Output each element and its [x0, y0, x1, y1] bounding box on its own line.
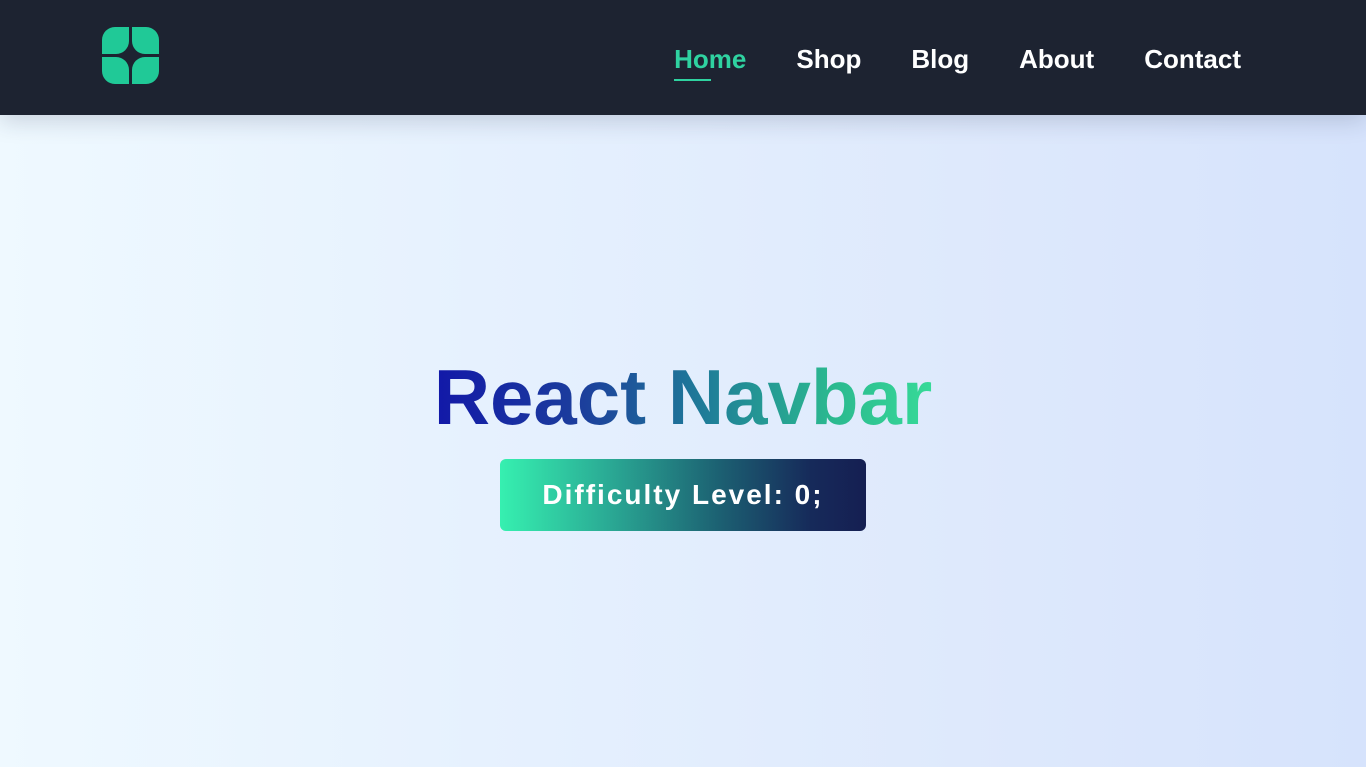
nav-link-label: Blog [911, 43, 970, 74]
hero-title-text: React Navbar [433, 353, 933, 441]
nav-link-label: Shop [796, 43, 862, 74]
nav-link-label: Home [674, 43, 747, 74]
nav-link-blog[interactable]: Blog [911, 44, 969, 72]
navbar: Home Shop Blog About Contact [0, 0, 1366, 115]
logo-icon[interactable] [102, 27, 159, 84]
hero-title: React Navbar [0, 358, 1366, 436]
nav-link-about[interactable]: About [1019, 44, 1094, 72]
nav-link-shop[interactable]: Shop [796, 44, 861, 72]
nav-link-label: About [1019, 43, 1095, 74]
difficulty-badge: Difficulty Level: 0; [500, 459, 866, 531]
nav-link-home[interactable]: Home [674, 43, 747, 81]
difficulty-badge-text: Difficulty Level: 0; [542, 479, 824, 510]
nav-link-contact[interactable]: Contact [1144, 44, 1241, 72]
nav-links: Home Shop Blog About Contact [624, 0, 1241, 115]
active-underline [674, 78, 712, 81]
hero-section: React Navbar Difficulty Level: 0; [0, 115, 1366, 767]
nav-link-label: Contact [1144, 43, 1241, 74]
